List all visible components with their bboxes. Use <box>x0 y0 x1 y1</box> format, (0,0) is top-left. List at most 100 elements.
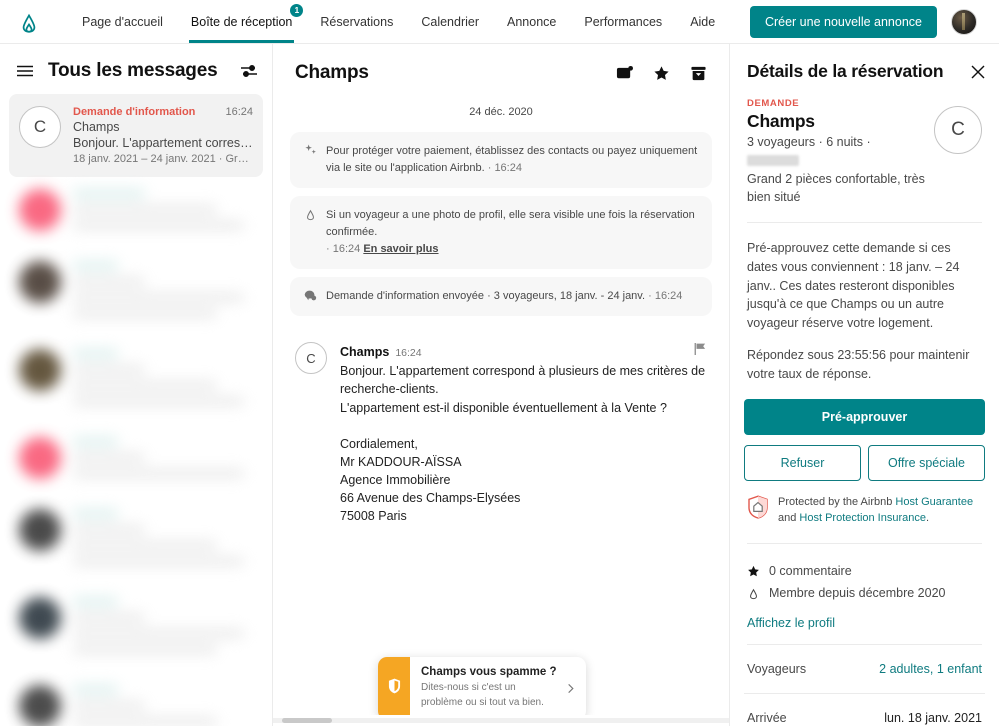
main-layout: Tous les messages C Demande d'informatio… <box>0 44 999 726</box>
redacted-price <box>747 154 799 166</box>
conversation-item[interactable] <box>9 249 263 337</box>
conversation-item[interactable] <box>9 497 263 585</box>
thread-title: Champs <box>295 62 369 83</box>
conversation-body <box>73 437 253 485</box>
reservation-summary: DEMANDE Champs 3 voyageurs · 6 nuits · G… <box>744 94 985 206</box>
row-key: Arrivée <box>747 711 787 726</box>
message-main: Champs 16:24 Bonjour. L'appartement corr… <box>340 342 707 525</box>
chevron-right-icon[interactable] <box>565 657 586 720</box>
inbox-unread-badge: 1 <box>290 4 304 17</box>
member-since-text: Membre depuis décembre 2020 <box>769 586 946 601</box>
inbox-header: Tous les messages <box>0 44 272 94</box>
conversation-body: Demande d'information 16:24 Champs Bonjo… <box>73 106 253 165</box>
airbnb-badge-icon <box>304 208 317 221</box>
summary-text: DEMANDE Champs 3 voyageurs · 6 nuits · G… <box>747 98 934 206</box>
notice-time: 16:24 <box>654 290 683 303</box>
thread-header: Champs <box>273 44 729 98</box>
row-value: lun. 18 janv. 2021 <box>884 711 982 726</box>
notice-payment-protection: Pour protéger votre paiement, établissez… <box>290 132 712 189</box>
chat-bubble-icon <box>304 289 317 302</box>
spam-report-toast[interactable]: Champs vous spamme ? Dites-nous si c'est… <box>378 657 586 720</box>
thread-date-separator: 24 déc. 2020 <box>469 106 533 118</box>
reviews-count: 0 commentaire <box>769 564 852 579</box>
notice-time: 16:24 <box>332 243 361 256</box>
conversation-item[interactable] <box>9 425 263 497</box>
mark-unread-icon[interactable] <box>616 65 633 82</box>
conversation-item[interactable] <box>9 337 263 425</box>
conversation-item[interactable] <box>9 585 263 673</box>
conversation-time: 16:24 <box>225 106 253 118</box>
avatar <box>19 437 61 479</box>
airbnb-logo-icon[interactable] <box>14 7 44 37</box>
nav-item-calendar[interactable]: Calendrier <box>407 0 493 43</box>
hamburger-icon[interactable] <box>16 62 34 80</box>
nav-label: Page d'accueil <box>82 14 163 29</box>
stay-summary: 3 voyageurs · 6 nuits · <box>747 134 926 169</box>
report-flag-icon[interactable] <box>693 342 707 356</box>
avatar <box>19 349 61 391</box>
airbnb-badge-icon <box>747 587 760 600</box>
avatar <box>19 685 61 726</box>
detail-row-checkin: Arrivée lun. 18 janv. 2021 <box>744 693 985 726</box>
nav-item-listing[interactable]: Annonce <box>493 0 570 43</box>
inbox-title: Tous les messages <box>48 60 218 81</box>
message-header: Champs 16:24 <box>340 342 707 359</box>
star-icon[interactable] <box>653 65 670 82</box>
shield-icon <box>388 678 401 699</box>
nav-item-performance[interactable]: Performances <box>570 0 676 43</box>
nav-links: Page d'accueil Boîte de réception 1 Rése… <box>68 0 729 43</box>
notice-text: Demande d'information envoyée · 3 voyage… <box>326 290 683 303</box>
archive-icon[interactable] <box>690 65 707 82</box>
conversation-item[interactable] <box>9 177 263 249</box>
secondary-actions: Refuser Offre spéciale <box>744 445 985 482</box>
nav-right-group: Créer une nouvelle annonce <box>749 5 977 38</box>
conversation-body <box>73 349 253 413</box>
nav-item-help[interactable]: Aide <box>676 0 729 43</box>
details-header: Détails de la réservation <box>744 44 985 94</box>
conversation-body <box>73 261 253 325</box>
nav-item-inbox[interactable]: Boîte de réception 1 <box>177 0 306 43</box>
thread-actions <box>616 65 707 82</box>
nav-item-home[interactable]: Page d'accueil <box>68 0 177 43</box>
nav-label: Calendrier <box>421 14 480 29</box>
listing-name: Grand 2 pièces confortable, très bien si… <box>747 172 925 204</box>
horizontal-scrollbar[interactable] <box>273 715 729 726</box>
host-guarantee-link[interactable]: Host Guarantee <box>895 496 973 508</box>
avatar: C <box>295 342 327 375</box>
host-protection-notice: Protected by the Airbnb Host Guarantee a… <box>744 481 985 527</box>
learn-more-link[interactable]: En savoir plus <box>363 243 438 255</box>
host-protection-shield-icon <box>747 495 769 519</box>
scrollbar-track[interactable] <box>273 718 729 723</box>
conversation-top-row: Demande d'information 16:24 <box>73 106 253 118</box>
star-icon <box>747 565 760 578</box>
conversation-item[interactable] <box>9 673 263 726</box>
conversation-item-selected[interactable]: C Demande d'information 16:24 Champs Bon… <box>9 94 263 177</box>
sparkle-icon <box>304 144 317 157</box>
notice-text: Pour protéger votre paiement, établissez… <box>326 145 698 175</box>
scrollbar-thumb[interactable] <box>282 718 332 723</box>
special-offer-button[interactable]: Offre spéciale <box>868 445 985 482</box>
notice-profile-photo: Si un voyageur a une photo de profil, el… <box>290 196 712 270</box>
nav-label: Aide <box>690 14 716 29</box>
nav-item-reservations[interactable]: Réservations <box>306 0 407 43</box>
decline-button[interactable]: Refuser <box>744 445 861 482</box>
conversation-list: C Demande d'information 16:24 Champs Bon… <box>0 94 272 726</box>
avatar: C <box>19 106 61 148</box>
user-avatar[interactable] <box>951 8 977 35</box>
reservation-details-panel: Détails de la réservation DEMANDE Champs… <box>730 44 999 726</box>
guest-name: Champs <box>747 111 815 131</box>
row-value[interactable]: 2 adultes, 1 enfant <box>879 662 982 676</box>
host-protection-insurance-link[interactable]: Host Protection Insurance <box>799 512 926 524</box>
view-profile-link[interactable]: Affichez le profil <box>744 604 985 630</box>
row-key: Voyageurs <box>747 662 807 677</box>
avatar <box>19 509 61 551</box>
create-listing-button[interactable]: Créer une nouvelle annonce <box>749 5 937 38</box>
inbox-sidebar: Tous les messages C Demande d'informatio… <box>0 44 273 726</box>
close-icon[interactable] <box>971 65 985 79</box>
conversation-meta: 18 janv. 2021 – 24 janv. 2021 · Grand 2 … <box>73 153 253 165</box>
notice-text: Si un voyageur a une photo de profil, el… <box>326 209 695 256</box>
filter-sliders-icon[interactable] <box>240 62 258 80</box>
top-navigation-bar: Page d'accueil Boîte de réception 1 Rése… <box>0 0 999 44</box>
conversation-body <box>73 597 253 661</box>
preapprove-button[interactable]: Pré-approuver <box>744 399 985 436</box>
